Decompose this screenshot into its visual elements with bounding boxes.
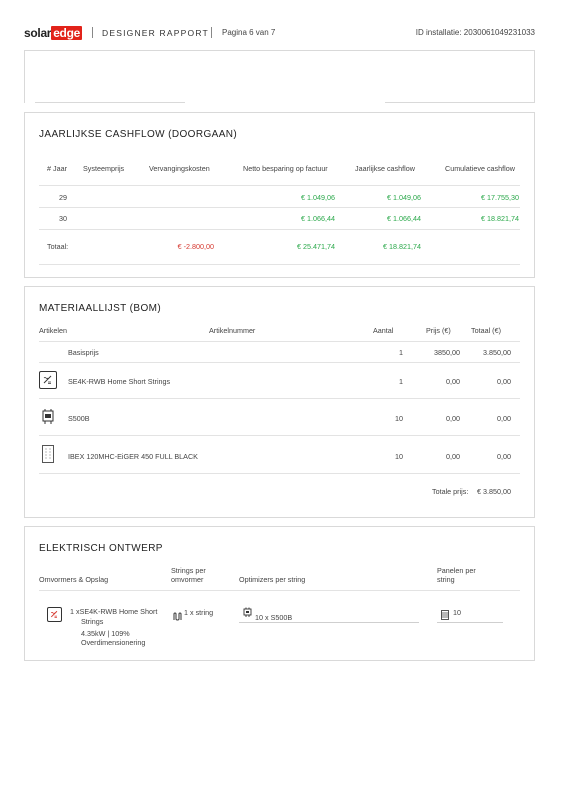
- col-header-year: # Jaar: [47, 164, 67, 173]
- col-header-strings-b: omvormer: [171, 575, 204, 584]
- col-header-cumulative: Cumulatieve cashflow: [445, 164, 515, 173]
- bom-item-qty: 10: [395, 452, 403, 461]
- divider: [385, 102, 534, 103]
- row-net-savings: € 1.066,44: [301, 214, 335, 223]
- empty-top-card: [24, 50, 535, 103]
- bom-title: MATERIAALLIJST (BOM): [39, 303, 162, 314]
- bom-item-price: 0,00: [446, 377, 460, 386]
- col-header-total: Totaal (€): [471, 326, 501, 335]
- col-header-replacement: Vervangingskosten: [149, 164, 210, 173]
- divider: [437, 622, 503, 623]
- optimizer-icon: [41, 408, 55, 426]
- inverter-line-2: Strings: [81, 617, 104, 626]
- bom-total-value: € 3.850,00: [477, 487, 511, 496]
- col-header-articles: Artikelen: [39, 326, 67, 335]
- panels-value: 10: [453, 608, 461, 617]
- divider: [39, 229, 520, 230]
- cashflow-card: JAARLIJKSE CASHFLOW (DOORGAAN) # Jaar Sy…: [24, 112, 535, 278]
- report-title: DESIGNER RAPPORT: [102, 28, 209, 38]
- total-net-savings: € 25.471,74: [297, 242, 335, 251]
- col-header-strings-a: Strings per: [171, 566, 206, 575]
- bom-item-qty: 1: [399, 348, 403, 357]
- installation-id: ID installatie: 2030061049231033: [415, 28, 535, 37]
- row-net-savings: € 1.049,06: [301, 193, 335, 202]
- bom-item-price: 3850,00: [434, 348, 460, 357]
- inverter-icon: [39, 371, 57, 389]
- col-header-part-number: Artikelnummer: [209, 326, 256, 335]
- col-header-system-price: Systeemprijs: [83, 164, 125, 173]
- bom-item-name: Basisprijs: [68, 348, 99, 357]
- optimizers-value: 10 x S500B: [255, 613, 293, 622]
- bom-item-price: 0,00: [446, 414, 460, 423]
- bom-item-total: 0,00: [497, 377, 511, 386]
- inverter-line-4: Overdimensionering: [81, 638, 146, 647]
- divider: [239, 622, 419, 623]
- solaredge-logo: solar edge: [24, 26, 82, 40]
- strings-value: 1 x string: [184, 608, 214, 617]
- bom-item-name: SE4K-RWB Home Short Strings: [68, 377, 171, 386]
- inverter-line-1: 1 xSE4K-RWB Home Short: [70, 607, 158, 616]
- row-annual: € 1.049,06: [387, 193, 421, 202]
- row-year: 30: [59, 214, 67, 223]
- col-header-qty: Aantal: [373, 326, 394, 335]
- header-separator: [211, 27, 212, 38]
- bom-item-name: IBEX 120MHC-EiGER 450 FULL BLACK: [68, 452, 198, 461]
- row-annual: € 1.066,44: [387, 214, 421, 223]
- col-header-panels-b: string: [437, 575, 455, 584]
- bom-total-label: Totale prijs:: [432, 487, 469, 496]
- bom-item-qty: 1: [399, 377, 403, 386]
- row-year: 29: [59, 193, 67, 202]
- total-replacement: € -2.800,00: [177, 242, 214, 251]
- header-separator: [92, 27, 93, 38]
- divider: [39, 207, 520, 208]
- divider: [39, 362, 520, 363]
- page-indicator: Pagina 6 van 7: [222, 28, 276, 37]
- divider: [39, 473, 520, 474]
- electrical-title: ELEKTRISCH ONTWERP: [39, 543, 163, 554]
- col-header-price: Prijs (€): [426, 326, 451, 335]
- inverter-icon: [47, 607, 62, 622]
- divider: [39, 264, 520, 265]
- divider: [39, 341, 520, 342]
- bom-item-name: S500B: [68, 414, 90, 423]
- report-header: solar edge DESIGNER RAPPORT Pagina 6 van …: [24, 26, 535, 42]
- bom-card: MATERIAALLIJST (BOM) Artikelen Artikelnu…: [24, 286, 535, 518]
- inverter-line-3: 4.35kW | 109%: [81, 629, 130, 638]
- divider: [35, 102, 185, 103]
- col-header-panels-a: Panelen per: [437, 566, 476, 575]
- string-icon: [173, 608, 182, 626]
- optimizer-icon: [243, 605, 252, 623]
- divider: [39, 590, 520, 591]
- divider: [39, 185, 520, 186]
- divider: [39, 435, 520, 436]
- bom-item-price: 0,00: [446, 452, 460, 461]
- col-header-optimizers: Optimizers per string: [239, 575, 306, 584]
- electrical-card: ELEKTRISCH ONTWERP Omvormers & Opslag St…: [24, 526, 535, 661]
- bom-item-qty: 10: [395, 414, 403, 423]
- row-cumulative: € 18.821,74: [481, 214, 519, 223]
- bom-item-total: 0,00: [497, 414, 511, 423]
- bom-item-total: 0,00: [497, 452, 511, 461]
- total-label: Totaal:: [47, 242, 69, 251]
- col-header-inverters: Omvormers & Opslag: [39, 575, 109, 584]
- total-annual: € 18.821,74: [383, 242, 421, 251]
- row-cumulative: € 17.755,30: [481, 193, 519, 202]
- solar-panel-icon: [42, 445, 54, 463]
- col-header-net-savings: Netto besparing op factuur: [243, 164, 328, 173]
- col-header-annual: Jaarlijkse cashflow: [355, 164, 415, 173]
- divider: [39, 398, 520, 399]
- bom-item-total: 3.850,00: [483, 348, 511, 357]
- cashflow-title: JAARLIJKSE CASHFLOW (DOORGAAN): [39, 129, 238, 140]
